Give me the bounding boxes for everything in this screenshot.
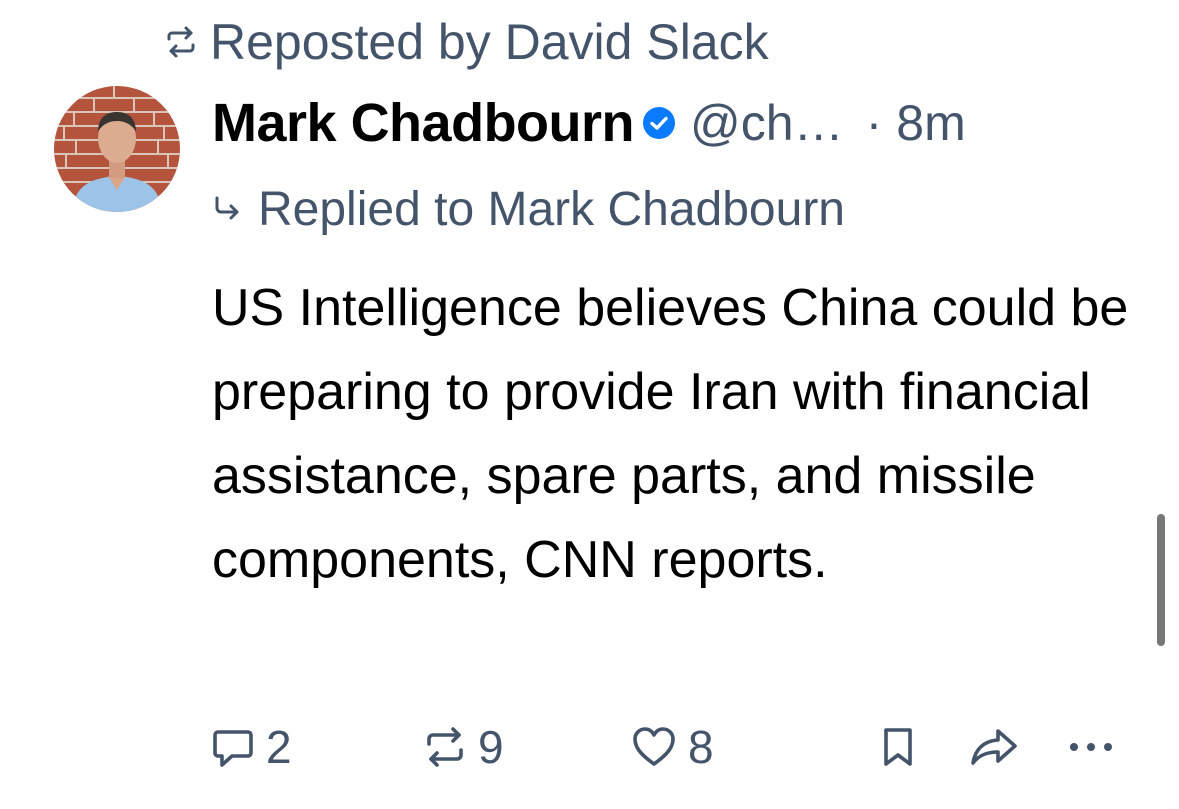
reply-indicator[interactable]: Replied to Mark Chadbourn [212, 178, 845, 240]
repost-icon [164, 25, 198, 59]
reply-arrow-icon [212, 194, 242, 224]
more-options-button[interactable] [1066, 712, 1116, 782]
post-text: US Intelligence believes China could be … [212, 279, 1129, 589]
bookmark-button[interactable] [878, 712, 918, 782]
heart-icon [630, 724, 678, 770]
verified-badge-icon[interactable] [642, 106, 676, 140]
author-name[interactable]: Mark Chadbourn [212, 92, 635, 154]
separator-dot: · [865, 95, 883, 151]
like-button[interactable]: 8 [630, 712, 714, 782]
share-button[interactable] [968, 712, 1020, 782]
post-header: Mark Chadbourn @ch… · 8m [212, 88, 966, 158]
action-bar: 2 9 8 [210, 712, 1130, 782]
repost-text: Reposted by David Slack [210, 14, 769, 70]
reply-button[interactable]: 2 [210, 712, 292, 782]
bookmark-icon [878, 724, 918, 770]
repost-icon [422, 724, 468, 770]
like-count: 8 [688, 721, 714, 773]
scrollbar[interactable] [1157, 514, 1165, 646]
post-item[interactable]: Reposted by David Slack Mark Chadbourn @… [0, 0, 1179, 809]
share-icon [968, 724, 1020, 770]
author-handle[interactable]: @ch… [690, 94, 844, 152]
repost-button[interactable]: 9 [422, 712, 504, 782]
reply-text: Replied to Mark Chadbourn [258, 182, 845, 236]
more-icon [1066, 737, 1116, 757]
repost-indicator[interactable]: Reposted by David Slack [164, 12, 769, 72]
post-time[interactable]: 8m [896, 94, 965, 152]
comment-icon [210, 724, 256, 770]
repost-count: 9 [478, 721, 504, 773]
reply-count: 2 [266, 721, 292, 773]
avatar[interactable] [54, 86, 180, 212]
